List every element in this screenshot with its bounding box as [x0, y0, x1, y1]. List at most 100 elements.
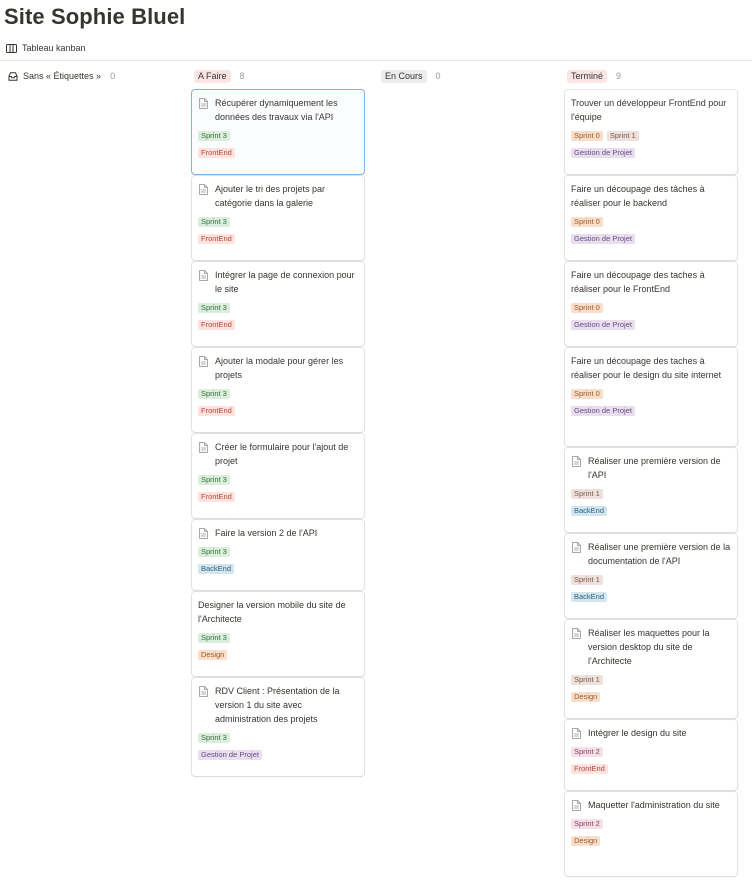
label-tags: Design [571, 836, 731, 846]
column-count: 8 [239, 71, 245, 81]
page-icon [199, 270, 208, 281]
card-title: RDV Client : Présentation de la version … [215, 686, 340, 724]
label-tags: FrontEnd [198, 234, 358, 244]
card-title: Faire un découpage des taches à réaliser… [571, 356, 722, 380]
card-title: Faire la version 2 de l'API [215, 528, 318, 538]
label-tags: FrontEnd [571, 764, 731, 774]
column-header-todo[interactable]: A Faire 8 [194, 69, 245, 83]
kanban-card[interactable]: Maquetter l'administration du site Sprint… [565, 792, 737, 876]
sprint-tags: Sprint 1 [571, 575, 731, 585]
page-icon [199, 356, 208, 367]
page-icon [199, 98, 208, 109]
label-tags: Design [571, 692, 731, 702]
kanban-card[interactable]: Faire la version 2 de l'API Sprint 3 BackE… [192, 520, 364, 590]
kanban-card[interactable]: Réaliser une première version de l'API Sp… [565, 448, 737, 532]
column-count: 0 [435, 71, 441, 81]
label-tags: BackEnd [198, 564, 358, 574]
column-label: En Cours [381, 69, 427, 83]
sprint-tag: Sprint 0 [571, 389, 603, 399]
page-icon [572, 456, 581, 467]
column-header-in-progress[interactable]: En Cours 0 [381, 69, 441, 83]
page-icon [572, 728, 581, 739]
label-tag: Gestion de Projet [571, 320, 635, 330]
column-label: Terminé [567, 69, 608, 83]
view-tab-kanban[interactable]: Tableau kanban [6, 40, 86, 56]
inbox-icon [8, 71, 18, 81]
label-tag: Gestion de Projet [571, 406, 635, 416]
label-tag: FrontEnd [198, 234, 235, 244]
sprint-tags: Sprint 2 [571, 819, 731, 829]
kanban-card[interactable]: Ajouter la modale pour gérer les projets… [192, 348, 364, 432]
label-tag: Design [198, 650, 228, 660]
sprint-tags: Sprint 0 [571, 389, 731, 399]
column-header-no-label[interactable]: Sans « Étiquettes » 0 [8, 69, 115, 83]
card-title: Intégrer la page de connexion pour le si… [215, 270, 355, 294]
sprint-tag: Sprint 2 [571, 819, 603, 829]
column-count: 0 [110, 71, 116, 81]
card-title: Trouver un développeur FrontEnd pour l'é… [571, 98, 727, 122]
sprint-tag: Sprint 3 [198, 303, 230, 313]
sprint-tags: Sprint 2 [571, 747, 731, 757]
label-tags: Gestion de Projet [571, 406, 731, 416]
label-tag: Gestion de Projet [571, 148, 635, 158]
card-title: Maquetter l'administration du site [588, 800, 720, 810]
sprint-tag: Sprint 3 [198, 389, 230, 399]
label-tags: FrontEnd [198, 320, 358, 330]
kanban-card[interactable]: Créer le formulaire pour l'ajout de proj… [192, 434, 364, 518]
sprint-tag: Sprint 3 [198, 475, 230, 485]
sprint-tag: Sprint 0 [571, 131, 603, 141]
label-tags: BackEnd [571, 592, 731, 602]
kanban-card[interactable]: Réaliser une première version de la docu… [565, 534, 737, 618]
kanban-card[interactable]: Faire un découpage des tâches à réaliser… [565, 176, 737, 260]
card-title: Ajouter le tri des projets par catégorie… [215, 184, 326, 208]
kanban-card[interactable]: RDV Client : Présentation de la version … [192, 678, 364, 776]
sprint-tag: Sprint 1 [571, 675, 603, 685]
sprint-tags: Sprint 0 Sprint 1 [571, 131, 731, 141]
board-icon [6, 43, 17, 53]
card-title: Designer la version mobile du site de l'… [198, 600, 346, 624]
sprint-tags: Sprint 3 [198, 633, 358, 643]
page-icon [572, 542, 581, 553]
header-divider [0, 60, 752, 61]
page-icon [199, 686, 208, 697]
kanban-card[interactable]: Intégrer le design du site Sprint 2 FrontE… [565, 720, 737, 790]
label-tag: Gestion de Projet [198, 750, 262, 760]
label-tags: Gestion de Projet [198, 750, 358, 760]
kanban-card[interactable]: Récupérer dynamiquement les données des … [192, 90, 364, 174]
label-tags: Gestion de Projet [571, 320, 731, 330]
sprint-tags: Sprint 3 [198, 389, 358, 399]
kanban-card[interactable]: Ajouter le tri des projets par catégorie… [192, 176, 364, 260]
label-tag: FrontEnd [198, 406, 235, 416]
label-tags: FrontEnd [198, 492, 358, 502]
card-title: Réaliser une première version de l'API [588, 456, 721, 480]
card-title: Faire un découpage des taches à réaliser… [571, 270, 705, 294]
label-tags: BackEnd [571, 506, 731, 516]
sprint-tag: Sprint 1 [606, 131, 639, 141]
sprint-tags: Sprint 0 [571, 303, 731, 313]
sprint-tags: Sprint 3 [198, 303, 358, 313]
kanban-card[interactable]: Faire un découpage des taches à réaliser… [565, 348, 737, 446]
sprint-tag: Sprint 3 [198, 547, 230, 557]
kanban-card[interactable]: Trouver un développeur FrontEnd pour l'é… [565, 90, 737, 174]
label-tag: FrontEnd [198, 320, 235, 330]
kanban-card[interactable]: Intégrer la page de connexion pour le si… [192, 262, 364, 346]
card-title: Faire un découpage des tâches à réaliser… [571, 184, 705, 208]
sprint-tags: Sprint 1 [571, 489, 731, 499]
page-icon [199, 442, 208, 453]
column-count: 9 [616, 71, 622, 81]
label-tag: BackEnd [198, 564, 235, 574]
label-tags: FrontEnd [198, 406, 358, 416]
kanban-card[interactable]: Réaliser les maquettes pour la version d… [565, 620, 737, 718]
page-icon [572, 628, 581, 639]
sprint-tag: Sprint 3 [198, 131, 230, 141]
sprint-tags: Sprint 3 [198, 475, 358, 485]
card-title: Créer le formulaire pour l'ajout de proj… [215, 442, 349, 466]
kanban-card[interactable]: Designer la version mobile du site de l'… [192, 592, 364, 676]
sprint-tag: Sprint 1 [571, 489, 603, 499]
sprint-tags: Sprint 3 [198, 547, 358, 557]
card-title: Intégrer le design du site [588, 728, 687, 738]
sprint-tag: Sprint 3 [198, 633, 230, 643]
kanban-card[interactable]: Faire un découpage des taches à réaliser… [565, 262, 737, 346]
column-header-done[interactable]: Terminé 9 [567, 69, 621, 83]
sprint-tag: Sprint 3 [198, 733, 230, 743]
